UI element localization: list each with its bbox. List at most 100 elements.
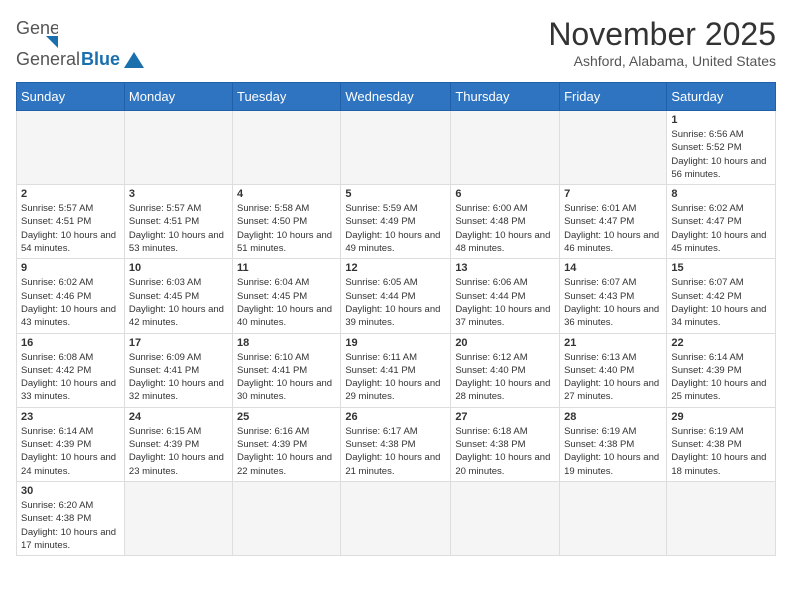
- calendar-cell: 18 Sunrise: 6:10 AM Sunset: 4:41 PM Dayli…: [232, 333, 340, 407]
- calendar-cell: [341, 481, 451, 555]
- day-info: Sunrise: 6:10 AM Sunset: 4:41 PM Dayligh…: [237, 351, 336, 404]
- day-info: Sunrise: 6:16 AM Sunset: 4:39 PM Dayligh…: [237, 425, 336, 478]
- calendar-cell: 10Sunrise: 6:03 AM Sunset: 4:45 PM Dayli…: [124, 259, 232, 333]
- day-number: 1: [671, 114, 771, 126]
- day-info: Sunrise: 6:14 AM Sunset: 4:39 PM Dayligh…: [671, 351, 771, 404]
- header-tuesday: Tuesday: [232, 83, 340, 111]
- calendar-cell: 15Sunrise: 6:07 AM Sunset: 4:42 PM Dayli…: [667, 259, 776, 333]
- day-number: 8: [671, 188, 771, 200]
- calendar-week-row: 1 Sunrise: 6:56 AM Sunset: 5:52 PM Daylig…: [17, 111, 776, 185]
- logo-icon: General: [16, 16, 58, 53]
- day-number: 4: [237, 188, 336, 200]
- header-saturday: Saturday: [667, 83, 776, 111]
- calendar-week-row: 16 Sunrise: 6:08 AM Sunset: 4:42 PM Dayli…: [17, 333, 776, 407]
- calendar-cell: [560, 111, 667, 185]
- day-info: Sunrise: 6:56 AM Sunset: 5:52 PM Dayligh…: [671, 128, 771, 181]
- calendar-cell: [17, 111, 125, 185]
- calendar-cell: 9 Sunrise: 6:02 AM Sunset: 4:46 PM Daylig…: [17, 259, 125, 333]
- month-title: November 2025: [548, 16, 776, 53]
- day-number: 18: [237, 337, 336, 349]
- header-sunday: Sunday: [17, 83, 125, 111]
- calendar-table: SundayMondayTuesdayWednesdayThursdayFrid…: [16, 82, 776, 556]
- calendar-cell: [124, 481, 232, 555]
- day-number: 10: [129, 262, 228, 274]
- day-info: Sunrise: 6:09 AM Sunset: 4:41 PM Dayligh…: [129, 351, 228, 404]
- calendar-cell: 16 Sunrise: 6:08 AM Sunset: 4:42 PM Dayli…: [17, 333, 125, 407]
- calendar-cell: 24Sunrise: 6:15 AM Sunset: 4:39 PM Dayli…: [124, 407, 232, 481]
- calendar-cell: 30Sunrise: 6:20 AM Sunset: 4:38 PM Dayli…: [17, 481, 125, 555]
- day-number: 21: [564, 337, 662, 349]
- calendar-cell: 19 Sunrise: 6:11 AM Sunset: 4:41 PM Dayli…: [341, 333, 451, 407]
- day-number: 17: [129, 337, 228, 349]
- calendar-cell: 11Sunrise: 6:04 AM Sunset: 4:45 PM Dayli…: [232, 259, 340, 333]
- calendar-cell: 1 Sunrise: 6:56 AM Sunset: 5:52 PM Daylig…: [667, 111, 776, 185]
- calendar-cell: [341, 111, 451, 185]
- day-info: Sunrise: 6:08 AM Sunset: 4:42 PM Dayligh…: [21, 351, 120, 404]
- calendar-cell: 4Sunrise: 5:58 AM Sunset: 4:50 PM Daylig…: [232, 185, 340, 259]
- day-info: Sunrise: 6:19 AM Sunset: 4:38 PM Dayligh…: [671, 425, 771, 478]
- day-info: Sunrise: 5:59 AM Sunset: 4:49 PM Dayligh…: [345, 202, 446, 255]
- day-info: Sunrise: 6:00 AM Sunset: 4:48 PM Dayligh…: [455, 202, 555, 255]
- day-number: 14: [564, 262, 662, 274]
- day-number: 26: [345, 411, 446, 423]
- calendar-week-row: 9 Sunrise: 6:02 AM Sunset: 4:46 PM Daylig…: [17, 259, 776, 333]
- day-number: 3: [129, 188, 228, 200]
- logo-wrapper: General: [16, 16, 58, 53]
- logo-area: General General Blue: [16, 16, 144, 70]
- day-number: 30: [21, 485, 120, 497]
- day-number: 22: [671, 337, 771, 349]
- day-number: 19: [345, 337, 446, 349]
- page-header: General General Blue November 2025 Ashfo…: [16, 16, 776, 70]
- day-info: Sunrise: 6:01 AM Sunset: 4:47 PM Dayligh…: [564, 202, 662, 255]
- calendar-cell: 6 Sunrise: 6:00 AM Sunset: 4:48 PM Daylig…: [451, 185, 560, 259]
- calendar-cell: [451, 111, 560, 185]
- header-wednesday: Wednesday: [341, 83, 451, 111]
- calendar-cell: 3Sunrise: 5:57 AM Sunset: 4:51 PM Daylig…: [124, 185, 232, 259]
- calendar-cell: [232, 481, 340, 555]
- day-info: Sunrise: 6:12 AM Sunset: 4:40 PM Dayligh…: [455, 351, 555, 404]
- day-number: 7: [564, 188, 662, 200]
- calendar-cell: 21 Sunrise: 6:13 AM Sunset: 4:40 PM Dayli…: [560, 333, 667, 407]
- day-info: Sunrise: 6:05 AM Sunset: 4:44 PM Dayligh…: [345, 276, 446, 329]
- header-thursday: Thursday: [451, 83, 560, 111]
- calendar-cell: 29Sunrise: 6:19 AM Sunset: 4:38 PM Dayli…: [667, 407, 776, 481]
- logo-blue-text: Blue: [81, 49, 120, 70]
- calendar-week-row: 23Sunrise: 6:14 AM Sunset: 4:39 PM Dayli…: [17, 407, 776, 481]
- calendar-cell: 17 Sunrise: 6:09 AM Sunset: 4:41 PM Dayli…: [124, 333, 232, 407]
- header-friday: Friday: [560, 83, 667, 111]
- calendar-header-row: SundayMondayTuesdayWednesdayThursdayFrid…: [17, 83, 776, 111]
- day-number: 24: [129, 411, 228, 423]
- calendar-cell: [451, 481, 560, 555]
- title-area: November 2025 Ashford, Alabama, United S…: [548, 16, 776, 69]
- header-monday: Monday: [124, 83, 232, 111]
- calendar-cell: [124, 111, 232, 185]
- day-info: Sunrise: 6:07 AM Sunset: 4:42 PM Dayligh…: [671, 276, 771, 329]
- calendar-week-row: 30Sunrise: 6:20 AM Sunset: 4:38 PM Dayli…: [17, 481, 776, 555]
- calendar-cell: 25Sunrise: 6:16 AM Sunset: 4:39 PM Dayli…: [232, 407, 340, 481]
- calendar-cell: [560, 481, 667, 555]
- calendar-cell: 12Sunrise: 6:05 AM Sunset: 4:44 PM Dayli…: [341, 259, 451, 333]
- calendar-cell: 23Sunrise: 6:14 AM Sunset: 4:39 PM Dayli…: [17, 407, 125, 481]
- day-info: Sunrise: 6:19 AM Sunset: 4:38 PM Dayligh…: [564, 425, 662, 478]
- day-number: 11: [237, 262, 336, 274]
- calendar-cell: 14 Sunrise: 6:07 AM Sunset: 4:43 PM Dayli…: [560, 259, 667, 333]
- day-number: 2: [21, 188, 120, 200]
- calendar-cell: 13Sunrise: 6:06 AM Sunset: 4:44 PM Dayli…: [451, 259, 560, 333]
- day-number: 16: [21, 337, 120, 349]
- day-number: 9: [21, 262, 120, 274]
- day-info: Sunrise: 6:17 AM Sunset: 4:38 PM Dayligh…: [345, 425, 446, 478]
- day-info: Sunrise: 5:57 AM Sunset: 4:51 PM Dayligh…: [21, 202, 120, 255]
- location-title: Ashford, Alabama, United States: [548, 53, 776, 69]
- svg-text:General: General: [16, 18, 58, 38]
- day-info: Sunrise: 6:06 AM Sunset: 4:44 PM Dayligh…: [455, 276, 555, 329]
- calendar-cell: 7 Sunrise: 6:01 AM Sunset: 4:47 PM Daylig…: [560, 185, 667, 259]
- day-number: 23: [21, 411, 120, 423]
- day-number: 28: [564, 411, 662, 423]
- day-info: Sunrise: 6:02 AM Sunset: 4:46 PM Dayligh…: [21, 276, 120, 329]
- day-number: 20: [455, 337, 555, 349]
- day-number: 6: [455, 188, 555, 200]
- day-info: Sunrise: 6:13 AM Sunset: 4:40 PM Dayligh…: [564, 351, 662, 404]
- day-info: Sunrise: 6:11 AM Sunset: 4:41 PM Dayligh…: [345, 351, 446, 404]
- day-info: Sunrise: 6:02 AM Sunset: 4:47 PM Dayligh…: [671, 202, 771, 255]
- day-info: Sunrise: 6:07 AM Sunset: 4:43 PM Dayligh…: [564, 276, 662, 329]
